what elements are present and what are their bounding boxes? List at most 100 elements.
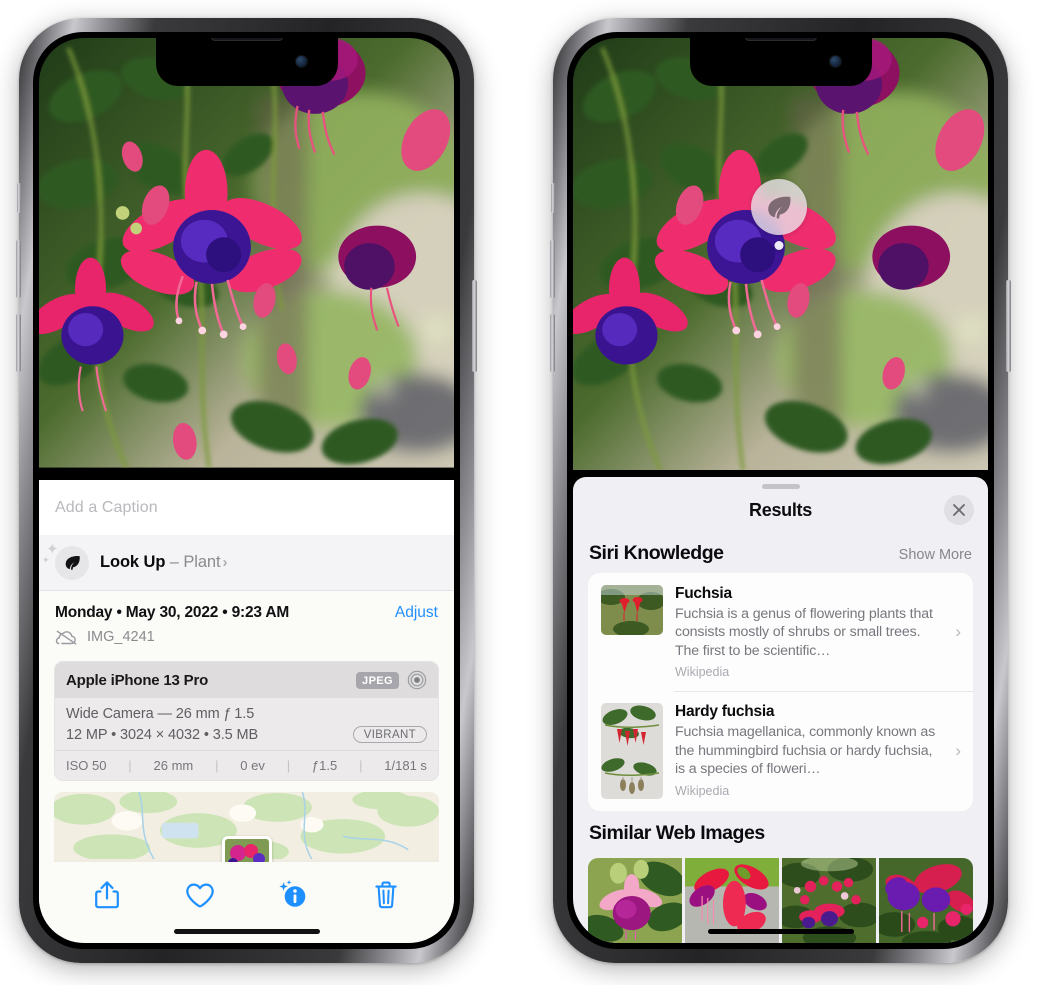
exif-divider: | <box>286 758 291 773</box>
photo-toolbar <box>39 862 454 928</box>
device-notch <box>689 38 872 86</box>
exif-divider: | <box>215 758 219 773</box>
siri-knowledge-header: Siri Knowledge Show More <box>573 531 988 573</box>
exif-iso: ISO 50 <box>66 758 107 773</box>
resolution-filesize: 12 MP • 3024 × 4032 • 3.5 MB <box>66 726 259 743</box>
capture-datetime: Monday • May 30, 2022 • 9:23 AM <box>55 604 290 621</box>
result-title: Hardy fuchsia <box>675 703 775 721</box>
home-indicator[interactable] <box>707 929 854 934</box>
map-photo-thumbnail <box>221 836 272 862</box>
device-notch <box>155 38 338 86</box>
exif-ev: 0 ev <box>240 758 265 773</box>
web-image-1[interactable] <box>588 858 682 943</box>
share-icon <box>95 881 120 909</box>
location-map[interactable] <box>54 792 439 862</box>
look-up-row[interactable]: ✦ ✦ Look Up – Plant › <box>39 535 454 591</box>
results-sheet: Results Siri Knowledge Show More Fuchsia… <box>573 477 988 943</box>
screenshot-root: Add a Caption ✦ ✦ Look Up – Plant › Mond… <box>0 0 1055 985</box>
web-image-4[interactable] <box>879 858 973 943</box>
file-name: IMG_4241 <box>87 629 155 645</box>
list-item[interactable]: Hardy fuchsia Fuchsia magellanica, commo… <box>588 691 973 811</box>
result-description: Fuchsia is a genus of flowering plants t… <box>675 606 933 659</box>
caption-field[interactable]: Add a Caption <box>39 480 454 535</box>
exif-divider: | <box>128 758 132 773</box>
web-image-4-art <box>879 858 973 943</box>
silent-switch[interactable] <box>551 183 555 213</box>
show-more-button[interactable]: Show More <box>899 547 972 563</box>
look-up-label: Look Up – Plant › <box>100 553 227 572</box>
format-badge: JPEG <box>356 671 399 689</box>
front-camera <box>294 55 308 68</box>
knowledge-card: Fuchsia Fuchsia is a genus of flowering … <box>588 573 973 812</box>
fuchsia-photo <box>573 38 988 471</box>
similar-web-images-header: Similar Web Images <box>573 811 988 853</box>
results-header: Results <box>573 489 988 531</box>
earpiece-speaker <box>210 38 283 41</box>
trash-icon <box>374 881 397 909</box>
exif-divider: | <box>359 758 363 773</box>
map-thumbnail-art <box>224 839 269 862</box>
lens-circle-icon <box>407 670 427 690</box>
power-button[interactable] <box>472 280 477 372</box>
lens-description: Wide Camera — 26 mm ƒ 1.5 <box>66 706 255 722</box>
color-profile-badge: VIBRANT <box>352 726 427 743</box>
chevron-right-icon: › <box>222 554 228 571</box>
fuchsia-thumbnail-1 <box>601 585 663 635</box>
exif-shutter: 1/181 s <box>384 758 427 773</box>
device-bezel: Results Siri Knowledge Show More Fuchsia… <box>567 32 994 949</box>
iphone-left-device: Add a Caption ✦ ✦ Look Up – Plant › Mond… <box>16 18 477 963</box>
volume-down-button[interactable] <box>550 314 555 372</box>
leaf-icon: ✦ ✦ <box>42 542 89 580</box>
look-up-bold-text: Look Up <box>100 553 166 571</box>
lookup-anchor-dot <box>774 241 784 250</box>
heart-icon <box>186 883 214 907</box>
result-source: Wikipedia <box>675 665 730 680</box>
earpiece-speaker <box>744 38 817 41</box>
sparkle-icon: ✦ <box>46 540 59 558</box>
fuchsia-thumbnail-2 <box>601 703 663 800</box>
volume-up-button[interactable] <box>16 240 21 298</box>
chevron-right-icon: › <box>955 622 961 642</box>
screen-left: Add a Caption ✦ ✦ Look Up – Plant › Mond… <box>39 38 454 943</box>
fuchsia-photo <box>39 38 454 468</box>
look-up-dash: – <box>165 553 184 571</box>
power-button[interactable] <box>1006 280 1011 372</box>
camera-card-body: Wide Camera — 26 mm ƒ 1.5 12 MP • 3024 ×… <box>55 698 438 750</box>
iphone-right-device: Results Siri Knowledge Show More Fuchsia… <box>550 18 1011 963</box>
web-image-1-art <box>588 858 682 943</box>
result-thumbnail <box>601 703 663 800</box>
volume-down-button[interactable] <box>16 314 21 372</box>
camera-device-name: Apple iPhone 13 Pro <box>66 671 209 689</box>
result-thumbnail <box>601 585 663 635</box>
cloud-slash-icon <box>55 630 77 645</box>
look-up-subject: Plant <box>183 553 221 571</box>
exif-row: ISO 50 | 26 mm | 0 ev | ƒ1.5 | 1/181 s <box>55 750 438 780</box>
silent-switch[interactable] <box>17 183 21 213</box>
close-button[interactable] <box>944 495 974 525</box>
visual-lookup-badge[interactable] <box>751 179 807 250</box>
home-indicator[interactable] <box>173 929 320 934</box>
camera-card-header: Apple iPhone 13 Pro JPEG <box>55 662 438 698</box>
front-camera <box>828 55 842 68</box>
section-title: Similar Web Images <box>589 822 765 845</box>
section-title: Siri Knowledge <box>589 542 724 564</box>
favorite-button[interactable] <box>177 875 223 915</box>
share-button[interactable] <box>84 875 130 915</box>
list-item[interactable]: Fuchsia Fuchsia is a genus of flowering … <box>588 573 973 691</box>
exif-aperture: ƒ1.5 <box>311 758 338 773</box>
photo-metadata: Monday • May 30, 2022 • 9:23 AM Adjust I… <box>39 591 454 653</box>
exif-focal: 26 mm <box>153 758 194 773</box>
info-button[interactable] <box>270 875 316 915</box>
photo-viewer[interactable] <box>39 38 454 480</box>
results-title: Results <box>749 499 812 520</box>
delete-button[interactable] <box>363 875 409 915</box>
volume-up-button[interactable] <box>550 240 555 298</box>
camera-info-card: Apple iPhone 13 Pro JPEG Wide Camera — 2… <box>54 661 439 781</box>
chevron-right-icon: › <box>955 741 961 761</box>
photo-viewer[interactable] <box>573 38 988 483</box>
result-source: Wikipedia <box>675 783 730 798</box>
close-icon <box>953 504 965 516</box>
device-bezel: Add a Caption ✦ ✦ Look Up – Plant › Mond… <box>33 32 460 949</box>
adjust-button[interactable]: Adjust <box>395 604 438 622</box>
result-description: Fuchsia magellanica, commonly known as t… <box>675 724 936 778</box>
